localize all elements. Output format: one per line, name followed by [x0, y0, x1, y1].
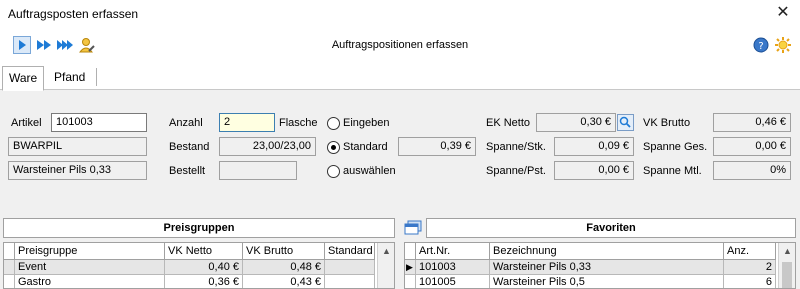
ek-netto-label: EK Netto [486, 117, 531, 129]
radio-eingeben[interactable] [327, 117, 340, 130]
column-header[interactable]: Standard [325, 243, 375, 260]
radio-standard[interactable] [327, 141, 340, 154]
vk-brutto-field: 0,46 € [713, 113, 791, 132]
spanne-mtl-field: 0% [713, 161, 791, 180]
artikel-input[interactable]: 101003 [51, 113, 147, 132]
article-code-field: BWARPIL [8, 137, 147, 156]
bestellt-field [219, 161, 297, 180]
preisgruppen-grid: Preisgruppe VK Netto VK Brutto Standard … [3, 242, 395, 289]
radio-auswaehlen[interactable] [327, 165, 340, 178]
table-cell[interactable] [325, 260, 375, 275]
table-cell[interactable]: 0,40 € [165, 260, 243, 275]
vertical-scrollbar[interactable]: ▲ [778, 243, 795, 288]
column-header[interactable]: Bezeichnung [490, 243, 724, 260]
table-cell[interactable]: Warsteiner Pils 0,33 [490, 260, 724, 275]
table-cell[interactable]: 0,48 € [243, 260, 325, 275]
vk-brutto-label: VK Brutto [643, 117, 691, 129]
bestand-label: Bestand [169, 141, 210, 153]
artikel-label: Artikel [11, 117, 42, 129]
tab-pfand[interactable]: Pfand [48, 66, 91, 90]
close-button[interactable]: ✕ [772, 3, 794, 23]
row-header-corner [4, 243, 15, 260]
current-row-indicator-icon[interactable]: ▶ [405, 260, 416, 275]
table-cell[interactable]: 0,43 € [243, 275, 325, 288]
standard-price-field: 0,39 € [398, 137, 476, 156]
table-cell[interactable]: 101005 [416, 275, 490, 288]
spanne-ges-field: 0,00 € [713, 137, 791, 156]
row-header[interactable] [405, 275, 416, 288]
article-name-field: Warsteiner Pils 0,33 [8, 161, 147, 180]
window-title: Auftragsposten erfassen [8, 7, 139, 21]
favoriten-grid: Art.Nr. Bezeichnung Anz. ▶ 101003 Warste… [404, 242, 796, 289]
spanne-ges-label: Spanne Ges. [643, 141, 708, 153]
spanne-mtl-label: Spanne Mtl. [643, 165, 702, 177]
anzahl-input[interactable]: 2 [219, 113, 275, 132]
bestellt-label: Bestellt [169, 165, 206, 177]
vertical-scrollbar[interactable]: ▲ [377, 243, 394, 288]
spanne-pst-label: Spanne/Pst. [486, 165, 546, 177]
row-header[interactable] [4, 275, 15, 288]
toolbar-caption: Auftragspositionen erfassen [331, 39, 469, 51]
radio-auswaehlen-label[interactable]: auswählen [343, 165, 396, 177]
table-cell[interactable] [325, 275, 375, 288]
tab-divider [96, 68, 97, 86]
radio-standard-label[interactable]: Standard [343, 141, 388, 153]
radio-eingeben-label[interactable]: Eingeben [343, 117, 390, 129]
toolbar: Auftragspositionen erfassen ? [0, 28, 800, 62]
help-icon[interactable]: ? [752, 36, 770, 54]
unit-label: Flasche [279, 117, 318, 129]
column-header[interactable]: VK Brutto [243, 243, 325, 260]
table-cell[interactable]: 101003 [416, 260, 490, 275]
tab-strip: Ware Pfand [0, 62, 800, 91]
spanne-stk-field: 0,09 € [554, 137, 634, 156]
column-header[interactable]: Preisgruppe [15, 243, 165, 260]
spanne-pst-field: 0,00 € [554, 161, 634, 180]
row-header-corner [405, 243, 416, 260]
table-cell[interactable]: 0,36 € [165, 275, 243, 288]
tab-ware[interactable]: Ware [2, 66, 45, 91]
table-cell[interactable]: 6 [724, 275, 776, 288]
lookup-icon[interactable] [617, 114, 634, 131]
article-form: Artikel 101003 BWARPIL Warsteiner Pils 0… [5, 98, 795, 208]
favoriten-header: Favoriten [426, 218, 796, 238]
scroll-up-icon[interactable]: ▲ [779, 243, 795, 260]
preisgruppen-header: Preisgruppen [3, 218, 395, 238]
spanne-stk-label: Spanne/Stk. [486, 141, 546, 153]
settings-sun-icon[interactable] [774, 36, 792, 54]
table-cell[interactable]: Event [15, 260, 165, 275]
svg-text:?: ? [758, 41, 763, 52]
column-header[interactable]: Anz. [724, 243, 776, 260]
ek-netto-field: 0,30 € [536, 113, 616, 132]
favoriten-table-icon [404, 220, 422, 236]
title-bar: Auftragsposten erfassen ✕ [0, 0, 800, 28]
anzahl-label: Anzahl [169, 117, 203, 129]
table-cell[interactable]: Warsteiner Pils 0,5 [490, 275, 724, 288]
scroll-thumb[interactable] [782, 262, 792, 288]
column-header[interactable]: VK Netto [165, 243, 243, 260]
column-header[interactable]: Art.Nr. [416, 243, 490, 260]
table-cell[interactable]: 2 [724, 260, 776, 275]
row-header[interactable] [4, 260, 15, 275]
table-cell[interactable]: Gastro [15, 275, 165, 288]
bestand-field: 23,00/23,00 [219, 137, 316, 156]
scroll-up-icon[interactable]: ▲ [378, 243, 394, 260]
